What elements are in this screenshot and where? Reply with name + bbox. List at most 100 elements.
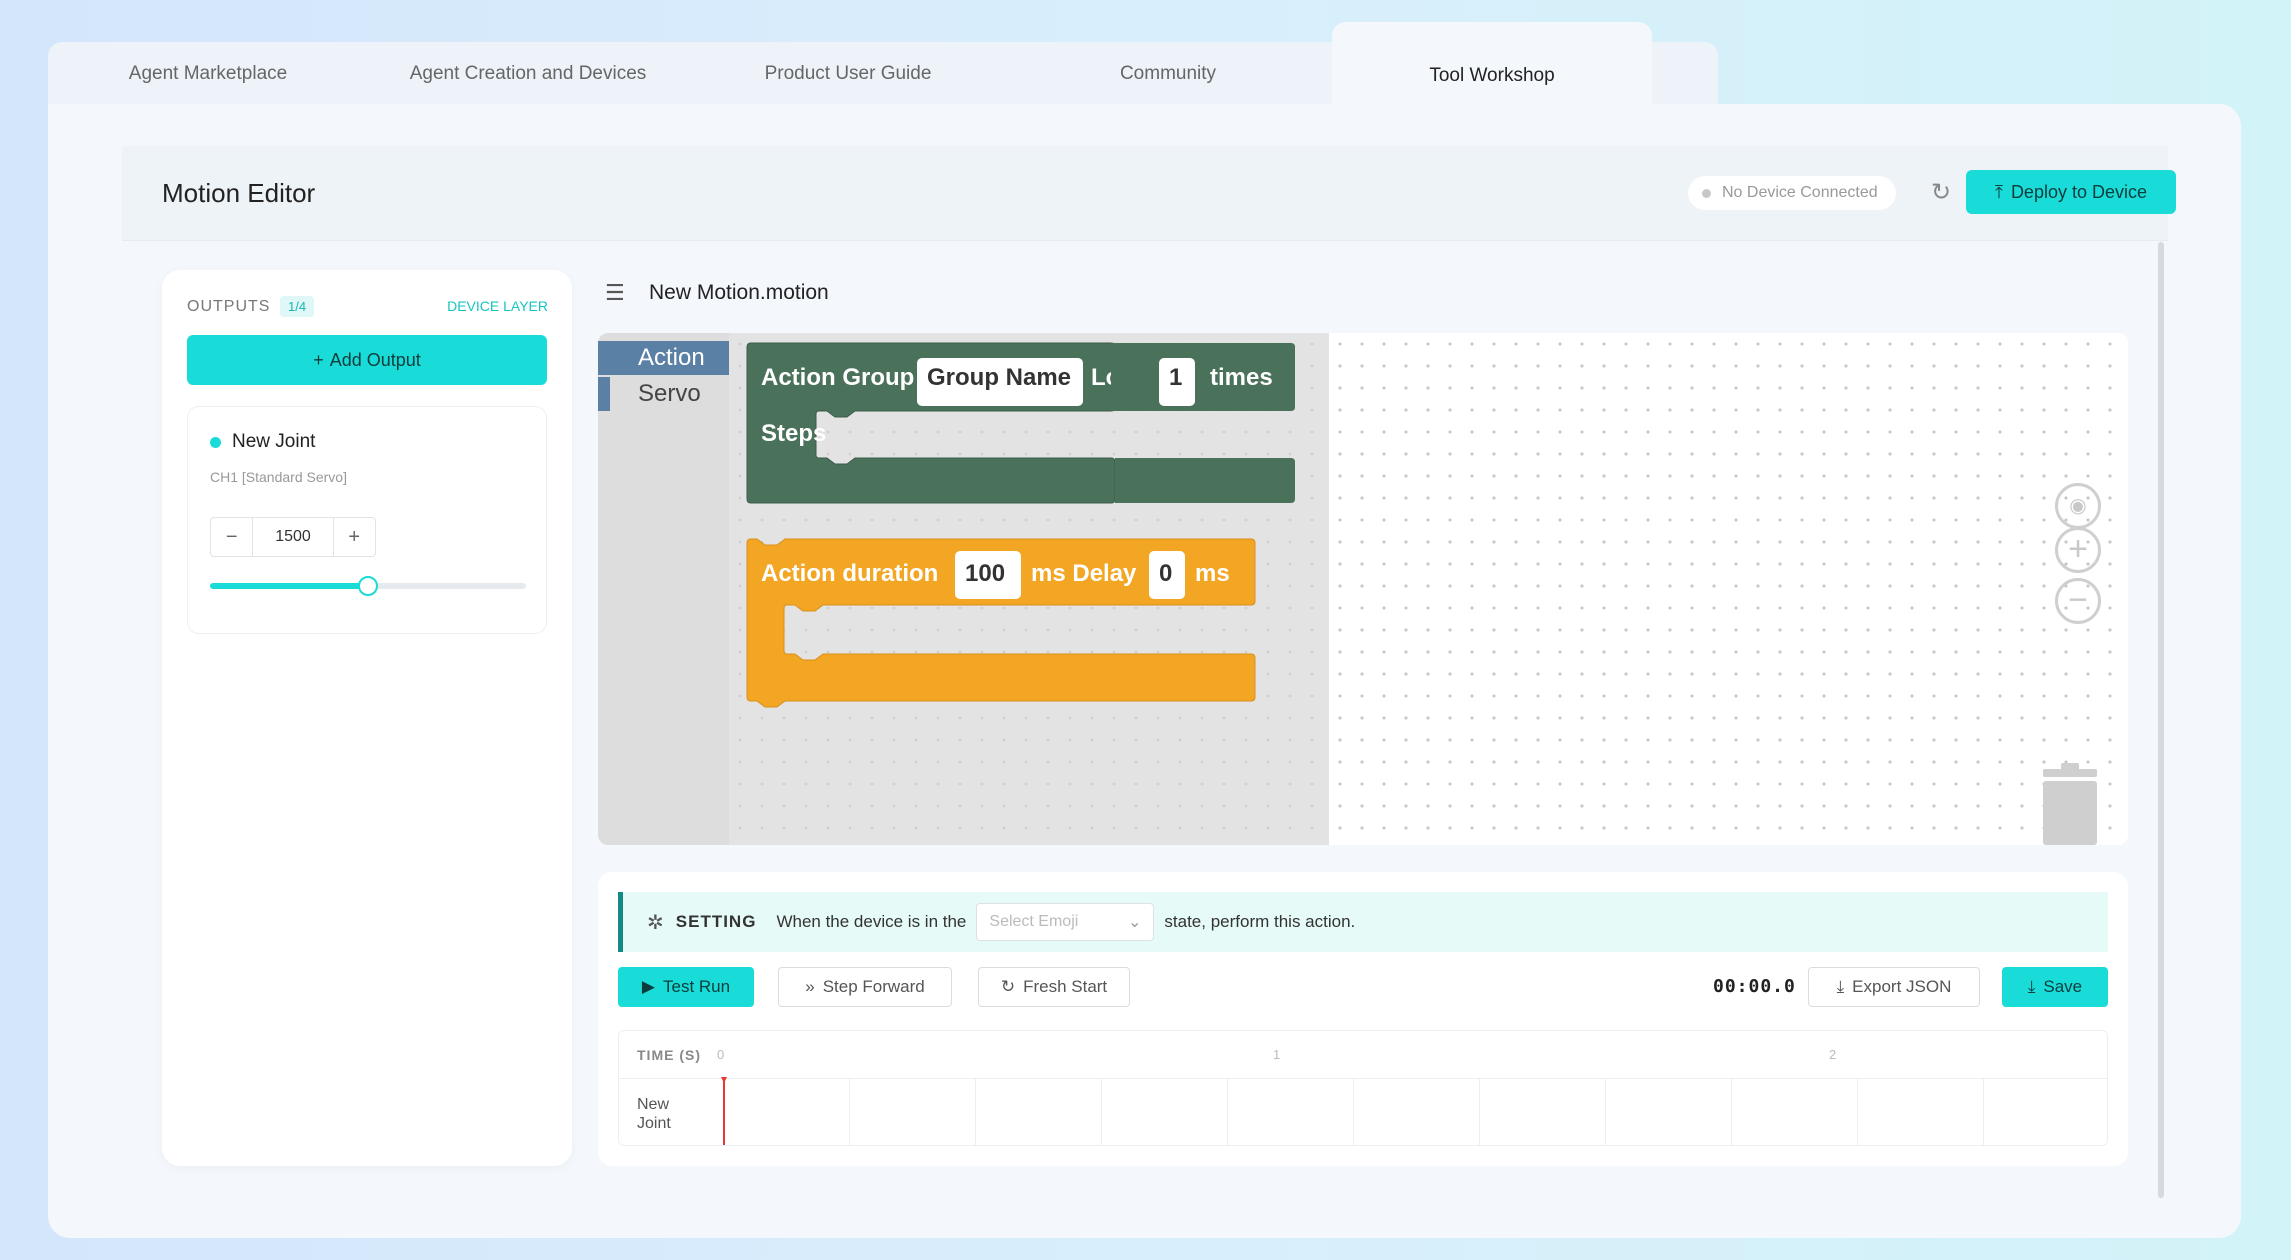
timeline-cell[interactable] <box>723 1079 849 1145</box>
step-forward-button[interactable]: » Step Forward <box>778 967 952 1007</box>
times-overlay: times <box>1115 343 1295 503</box>
category-swatch <box>598 341 610 375</box>
joint-value-stepper: − 1500 + <box>210 517 376 557</box>
export-json-button[interactable]: ⤓ Export JSON <box>1808 967 1980 1007</box>
file-header: ☰ New Motion.motion <box>605 278 829 308</box>
timeline-tick: 0 <box>717 1047 725 1062</box>
joint-slider[interactable] <box>210 576 526 596</box>
outputs-sidebar: OUTPUTS 1/4 DEVICE LAYER + Add Output Ne… <box>162 270 572 1166</box>
joint-status-dot-icon <box>210 437 221 448</box>
status-badge: No Device Connected <box>1688 176 1896 210</box>
setting-bar: ✲ SETTING When the device is in the Sele… <box>618 892 2108 952</box>
file-name: New Motion.motion <box>649 281 829 304</box>
joint-card[interactable]: New Joint CH1 [Standard Servo] − 1500 + <box>187 406 547 634</box>
timeline-header: TIME (S) 0 1 2 <box>619 1031 2107 1079</box>
refresh-icon[interactable]: ↻ <box>1924 176 1958 210</box>
workspace-canvas[interactable] <box>1329 333 2128 845</box>
upload-icon: ⤒ <box>1994 181 2003 202</box>
timeline-cell[interactable] <box>1101 1079 1227 1145</box>
joint-name: New Joint <box>232 431 316 452</box>
joint-channel: CH1 [Standard Servo] <box>210 469 347 485</box>
device-layer-link[interactable]: DEVICE LAYER <box>447 298 548 314</box>
timeline-tick: 2 <box>1829 1047 1837 1062</box>
tab-product-user-guide[interactable]: Product User Guide <box>688 42 1008 106</box>
emoji-select-placeholder: Select Emoji <box>989 913 1079 930</box>
playhead-marker <box>721 1077 727 1083</box>
timeline-cell[interactable] <box>1857 1079 1983 1145</box>
category-swatch <box>598 377 610 411</box>
deploy-button[interactable]: ⤒ Deploy to Device <box>1966 170 2176 214</box>
recenter-icon[interactable]: ◉ <box>2055 483 2101 529</box>
increment-button[interactable]: + <box>334 518 375 556</box>
delay-value: 0 <box>1159 560 1172 587</box>
timeline-cell[interactable] <box>1479 1079 1605 1145</box>
scrollbar[interactable] <box>2158 242 2164 1198</box>
outputs-count-badge: 1/4 <box>280 296 315 317</box>
setting-label: SETTING <box>675 912 757 931</box>
page-title: Motion Editor <box>162 178 316 208</box>
slider-fill <box>210 583 368 589</box>
chevron-down-icon: ⌄ <box>1127 914 1142 931</box>
setting-text-after: state, perform this action. <box>1164 912 1356 931</box>
timeline[interactable]: TIME (S) 0 1 2 New Joint <box>618 1030 2108 1146</box>
playhead[interactable] <box>723 1079 725 1145</box>
emoji-select[interactable]: Select Emoji ⌄ <box>976 903 1155 941</box>
timeline-cell[interactable] <box>1983 1079 2107 1145</box>
menu-icon[interactable]: ☰ <box>605 280 631 306</box>
category-servo[interactable]: Servo <box>598 377 729 411</box>
duration-value: 100 <box>965 560 1005 587</box>
delay-label: ms Delay <box>1031 560 1137 587</box>
tab-agent-marketplace[interactable]: Agent Marketplace <box>48 42 368 106</box>
tab-agent-creation[interactable]: Agent Creation and Devices <box>368 42 688 106</box>
deploy-label: Deploy to Device <box>2010 181 2148 202</box>
outputs-label: OUTPUTS <box>187 298 271 315</box>
zoom-in-icon[interactable]: + <box>2055 527 2101 573</box>
timer-display: 00:00.0 <box>1713 976 1796 997</box>
timeline-cell[interactable] <box>849 1079 975 1145</box>
category-action[interactable]: Action <box>598 341 729 375</box>
timeline-cell[interactable] <box>1353 1079 1479 1145</box>
timeline-cell[interactable] <box>1605 1079 1731 1145</box>
timeline-cell[interactable] <box>1227 1079 1353 1145</box>
timeline-cell[interactable] <box>1731 1079 1857 1145</box>
save-button[interactable]: ⤓ Save <box>2002 967 2108 1007</box>
block-workspace[interactable]: Action Servo Action Group Group Name Loo… <box>598 333 2128 845</box>
download-icon: ⤓ <box>1836 977 1845 996</box>
status-dot-icon <box>1702 188 1711 198</box>
tab-community[interactable]: Community <box>1008 42 1328 106</box>
action-duration-block[interactable]: Action duration 100 ms Delay 0 ms <box>746 538 1256 708</box>
add-output-button[interactable]: + Add Output <box>187 335 547 385</box>
save-download-icon: ⤓ <box>2027 977 2036 996</box>
page-header: Motion Editor No Device Connected ↻ ⤒ De… <box>122 146 2176 241</box>
play-circle-icon: ▶︎ <box>641 977 655 996</box>
trash-icon[interactable] <box>2041 763 2099 845</box>
fresh-start-button[interactable]: ↻ Fresh Start <box>978 967 1130 1007</box>
test-run-button[interactable]: ▶︎ Test Run <box>618 967 754 1007</box>
save-label: Save <box>2043 977 2083 996</box>
plus-icon: + <box>313 349 324 370</box>
joint-value-input[interactable]: 1500 <box>252 518 334 556</box>
status-text: No Device Connected <box>1722 184 1878 201</box>
toolbox: Action Servo <box>598 333 729 845</box>
action-duration-label: Action duration <box>761 560 938 587</box>
timeline-time-label: TIME (S) <box>637 1047 701 1063</box>
add-output-label: Add Output <box>329 349 421 370</box>
sparkle-icon: ✲ <box>647 911 664 934</box>
test-run-label: Test Run <box>662 977 731 996</box>
slider-handle[interactable] <box>358 576 378 596</box>
zoom-out-icon[interactable]: − <box>2055 578 2101 624</box>
timeline-row-name: New Joint <box>637 1096 671 1132</box>
tab-tool-workshop[interactable]: Tool Workshop <box>1332 22 1652 106</box>
decrement-button[interactable]: − <box>211 518 252 556</box>
motion-controls-panel: ✲ SETTING When the device is in the Sele… <box>598 872 2128 1166</box>
timeline-tick: 1 <box>1273 1047 1281 1062</box>
action-group-bottom-extension <box>1115 458 1295 503</box>
ms-label: ms <box>1195 560 1230 587</box>
setting-text-before: When the device is in the <box>776 912 967 931</box>
step-forward-label: Step Forward <box>822 977 925 996</box>
category-action-label: Action <box>638 344 705 371</box>
double-chevron-right-icon: » <box>805 977 815 996</box>
times-label: times <box>1210 364 1273 391</box>
timeline-cell[interactable] <box>975 1079 1101 1145</box>
category-servo-label: Servo <box>638 380 701 407</box>
